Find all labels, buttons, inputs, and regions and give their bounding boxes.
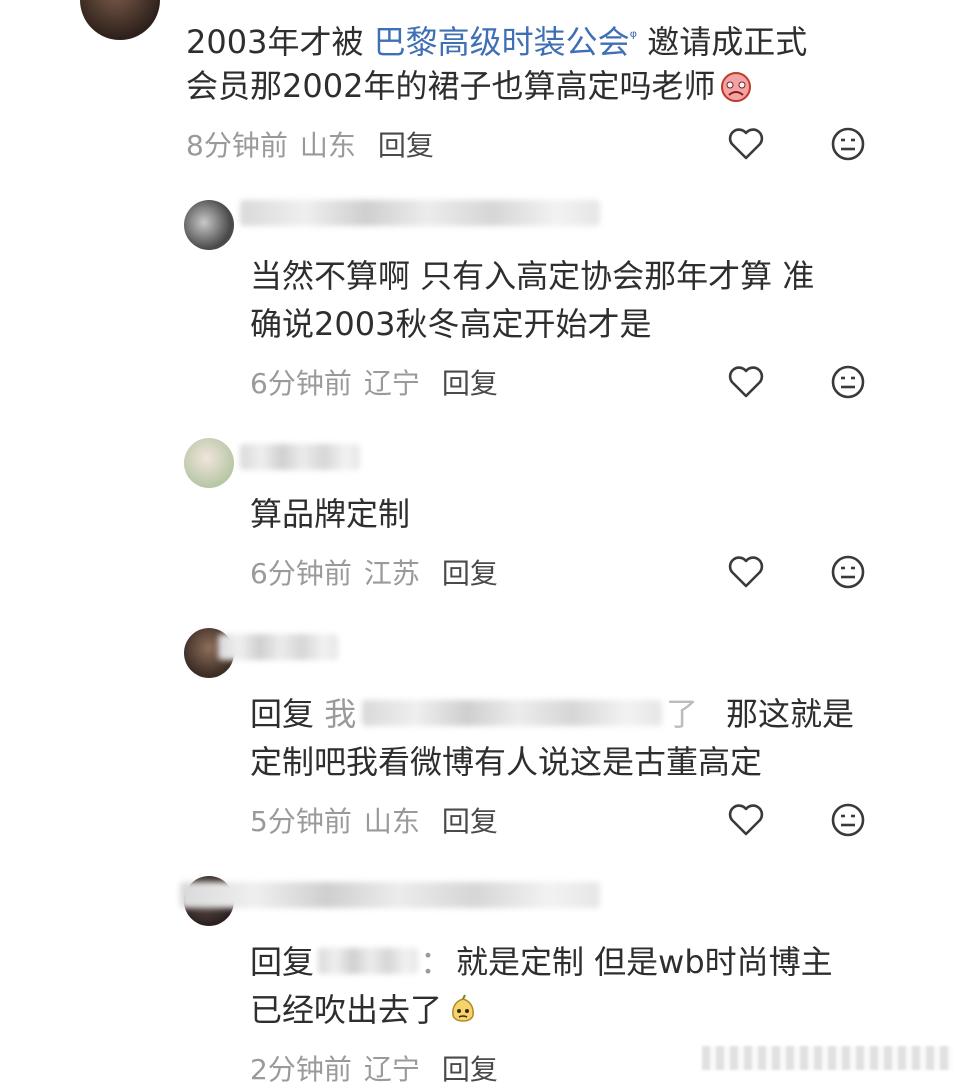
- blurred-mention: [362, 700, 662, 726]
- comment-text-line2: 会员那2002年的裙子也算高定吗老师: [186, 62, 753, 110]
- comment-text-line2: 已经吹出去了: [250, 986, 480, 1034]
- avatar[interactable]: [80, 0, 160, 40]
- timestamp: 8分钟前: [186, 129, 288, 162]
- neutral-face-icon[interactable]: [828, 552, 868, 592]
- reply-button[interactable]: 回复: [378, 129, 434, 162]
- comment-text: 当然不算啊 只有入高定协会那年才算 准: [250, 257, 815, 295]
- comment-text: 回复: [250, 938, 314, 986]
- blurred-username: [180, 882, 600, 908]
- avatar[interactable]: [184, 438, 234, 488]
- comment-text: 回复 我: [250, 690, 356, 738]
- heart-outline-icon[interactable]: [726, 800, 766, 840]
- reply-button[interactable]: 回复: [442, 1053, 498, 1086]
- neutral-face-icon[interactable]: [828, 800, 868, 840]
- location: 江苏: [363, 557, 420, 590]
- location: 辽宁: [363, 367, 420, 400]
- mention-start[interactable]: 我: [324, 695, 356, 733]
- comment-text-tail: 就是定制 但是wb时尚博主: [456, 943, 833, 981]
- heart-outline-icon[interactable]: [726, 362, 766, 402]
- comment-meta: 6分钟前 辽宁 回复: [250, 362, 498, 402]
- comment-meta: 5分钟前 山东 回复: [250, 800, 498, 840]
- colon: ：: [420, 943, 453, 981]
- comment-meta: 2分钟前 辽宁 回复: [250, 1048, 498, 1088]
- mention-end: 了: [666, 695, 699, 733]
- timestamp: 5分钟前: [250, 805, 352, 838]
- sad-face-emoji-icon: [721, 72, 752, 102]
- comment-text-tail: 那这就是: [726, 695, 855, 733]
- pear-face-emoji-icon: [452, 994, 474, 1022]
- reply-button[interactable]: 回复: [442, 805, 498, 838]
- timestamp: 2分钟前: [250, 1053, 352, 1086]
- location: 山东: [363, 805, 420, 838]
- location: 山东: [299, 129, 356, 162]
- comment-text-line2: 确说2003秋冬高定开始才是: [250, 305, 652, 343]
- timestamp: 6分钟前: [250, 557, 352, 590]
- comment-text: 算品牌定制: [250, 495, 411, 533]
- comment-text-line2: 定制吧我看微博有人说这是古董高定: [250, 743, 763, 781]
- neutral-face-icon[interactable]: [828, 124, 868, 164]
- avatar[interactable]: [184, 200, 234, 250]
- reply-prefix: 回复: [250, 695, 315, 733]
- location: 辽宁: [363, 1053, 420, 1086]
- comment-meta: 6分钟前 江苏 回复: [250, 552, 498, 592]
- neutral-face-icon[interactable]: [828, 362, 868, 402]
- comment-text: 2003年才被 巴黎高级时装公会ᵠ 邀请成正式: [186, 23, 808, 61]
- blurred-username: [218, 634, 338, 660]
- topic-link[interactable]: 巴黎高级时装公会: [374, 23, 630, 61]
- reply-button[interactable]: 回复: [442, 557, 498, 590]
- comment-meta: 8分钟前 山东 回复: [186, 124, 434, 164]
- watermark: [702, 1046, 952, 1070]
- timestamp: 6分钟前: [250, 367, 352, 400]
- heart-outline-icon[interactable]: [726, 552, 766, 592]
- reply-button[interactable]: 回复: [442, 367, 498, 400]
- reply-prefix: 回复: [250, 943, 315, 981]
- link-mark: ᵠ: [629, 27, 638, 48]
- heart-outline-icon[interactable]: [726, 124, 766, 164]
- blurred-mention: [318, 948, 418, 974]
- blurred-username: [240, 200, 600, 226]
- blurred-username: [240, 444, 360, 470]
